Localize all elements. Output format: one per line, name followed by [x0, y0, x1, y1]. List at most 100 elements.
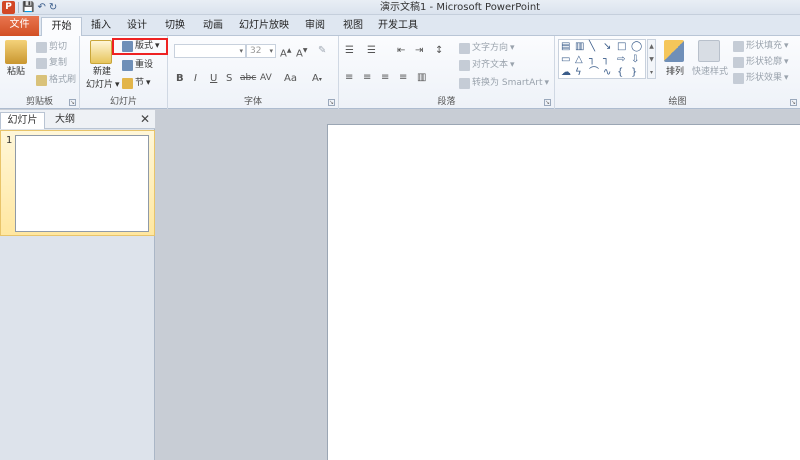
new-slide-button[interactable]: 新建	[93, 66, 111, 78]
scissors-icon	[36, 41, 47, 53]
tab-slides[interactable]: 幻灯片	[0, 112, 45, 129]
vertical-textbox-shape-icon[interactable]: ▥	[575, 41, 584, 53]
tab-animations[interactable]: 动画	[196, 17, 230, 36]
elbow-arrow-shape-icon[interactable]: ┐	[603, 54, 609, 66]
char-spacing-button[interactable]: AV	[260, 72, 272, 85]
strikethrough-button[interactable]: abc	[240, 72, 256, 85]
group-label: 段落	[437, 97, 456, 107]
numbering-icon[interactable]: ☰	[367, 44, 376, 57]
tab-developer[interactable]: 开发工具	[374, 17, 422, 36]
shape-effects-button[interactable]: 形状效果 ▾	[733, 72, 789, 84]
chevron-down-icon: ▾	[784, 41, 789, 51]
decrease-indent-icon[interactable]: ⇤	[397, 44, 405, 57]
down-arrow-shape-icon[interactable]: ⇩	[631, 54, 639, 66]
font-name-combo[interactable]: ▾	[174, 44, 246, 58]
section-button[interactable]: 节 ▾	[122, 77, 151, 89]
align-center-icon[interactable]: ≡	[363, 71, 371, 84]
quick-styles-icon[interactable]	[698, 40, 720, 62]
shrink-font-button[interactable]: A▼	[296, 44, 307, 60]
text-direction-button[interactable]: 文字方向 ▾	[459, 42, 515, 54]
arrow-shape-icon[interactable]: ↘	[603, 41, 611, 53]
oval-shape-icon[interactable]: ◯	[631, 41, 642, 53]
increase-indent-icon[interactable]: ⇥	[415, 44, 423, 57]
shape-outline-button[interactable]: 形状轮廓 ▾	[733, 56, 789, 68]
tab-review[interactable]: 审阅	[298, 17, 332, 36]
dialog-launcher-icon[interactable]: ↘	[69, 99, 76, 106]
tab-slideshow[interactable]: 幻灯片放映	[236, 17, 292, 36]
tab-home[interactable]: 开始	[41, 17, 82, 37]
redo-icon[interactable]: ↻	[49, 1, 57, 14]
new-slide-dropdown[interactable]: 幻灯片 ▾	[86, 79, 120, 91]
curve-shape-icon[interactable]: ∿	[603, 67, 611, 79]
lightning-shape-icon[interactable]: ϟ	[575, 67, 582, 79]
effects-icon	[733, 72, 744, 84]
align-right-icon[interactable]: ≡	[381, 71, 389, 84]
slide-thumbnail-item[interactable]: 1	[0, 130, 155, 236]
close-icon[interactable]: ✕	[140, 112, 150, 127]
tab-outline[interactable]: 大纲	[46, 112, 84, 129]
tab-transitions[interactable]: 切换	[158, 17, 192, 36]
dialog-launcher-icon[interactable]: ↘	[328, 99, 335, 106]
undo-icon[interactable]: ↶	[37, 1, 45, 14]
copy-button[interactable]: 复制	[36, 57, 67, 69]
shape-fill-button[interactable]: 形状填充 ▾	[733, 40, 789, 52]
tab-insert[interactable]: 插入	[84, 17, 118, 36]
grow-font-button[interactable]: A▲	[280, 44, 291, 60]
italic-button[interactable]: I	[194, 72, 197, 85]
paste-icon[interactable]	[5, 40, 27, 64]
chevron-down-icon: ▾	[146, 78, 151, 88]
shapes-gallery[interactable]: ▤ ▥ ╲ ↘ □ ◯ ▭ △ ┐ ┐ ⇨ ⇩ ☁ ϟ ⌒ ∿ { }	[558, 39, 646, 79]
paragraph-group: ☰ ☰ ⇤ ⇥ ↕ 文字方向 ▾ 对齐文本 ▾ 转换为 SmartArt ▾ ≡ ≡ …	[339, 36, 555, 109]
columns-icon[interactable]: ▥	[417, 71, 426, 84]
change-case-button[interactable]: Aa	[284, 72, 297, 85]
right-arrow-shape-icon[interactable]: ⇨	[617, 54, 625, 66]
tab-view[interactable]: 视图	[336, 17, 370, 36]
quick-styles-button[interactable]: 快速样式	[692, 66, 728, 78]
cloud-shape-icon[interactable]: ☁	[561, 67, 571, 79]
bold-button[interactable]: B	[176, 72, 184, 85]
new-slide-icon[interactable]	[90, 40, 112, 64]
slide-thumbnail[interactable]	[15, 135, 149, 232]
copy-label: 复制	[49, 58, 68, 68]
align-text-button[interactable]: 对齐文本 ▾	[459, 59, 515, 71]
font-color-button[interactable]: A▾	[312, 72, 322, 86]
title-bar: P 💾 ↶ ↻ 演示文稿1 - Microsoft PowerPoint	[0, 0, 800, 15]
elbow-connector-shape-icon[interactable]: ┐	[589, 54, 595, 66]
slide-canvas[interactable]	[327, 124, 800, 460]
right-brace-shape-icon[interactable]: }	[631, 67, 637, 79]
shapes-gallery-scrollbar[interactable]: ▲ ▼ ▾	[647, 39, 656, 79]
textbox-shape-icon[interactable]: ▤	[561, 41, 570, 53]
layout-button[interactable]: 版式 ▾	[122, 40, 160, 52]
arrange-icon[interactable]	[664, 40, 684, 62]
arrange-button[interactable]: 排列	[666, 66, 684, 78]
underline-button[interactable]: U	[210, 72, 217, 85]
line-shape-icon[interactable]: ╲	[589, 41, 595, 53]
group-label: 绘图	[668, 97, 687, 107]
reset-button[interactable]: 重设	[122, 59, 153, 71]
paste-button[interactable]: 粘贴	[7, 66, 25, 78]
reset-label: 重设	[135, 60, 154, 70]
clear-format-icon[interactable]: ✎	[318, 44, 326, 57]
powerpoint-logo-icon[interactable]: P	[2, 1, 15, 14]
rounded-rect-shape-icon[interactable]: ▭	[561, 54, 570, 66]
triangle-shape-icon[interactable]: △	[575, 54, 583, 66]
smartart-button[interactable]: 转换为 SmartArt ▾	[459, 77, 549, 89]
justify-icon[interactable]: ≡	[399, 71, 407, 84]
font-size-combo[interactable]: 32 ▾	[246, 44, 276, 58]
format-painter-button[interactable]: 格式刷	[36, 74, 76, 86]
dialog-launcher-icon[interactable]: ↘	[790, 99, 797, 106]
tab-file[interactable]: 文件	[0, 16, 39, 36]
dialog-launcher-icon[interactable]: ↘	[544, 99, 551, 106]
tab-design[interactable]: 设计	[120, 17, 154, 36]
left-brace-shape-icon[interactable]: {	[617, 67, 623, 79]
align-left-icon[interactable]: ≡	[345, 71, 353, 84]
save-icon[interactable]: 💾	[22, 1, 34, 14]
arc-shape-icon[interactable]: ⌒	[589, 67, 599, 79]
cut-button[interactable]: 剪切	[36, 41, 67, 53]
shadow-button[interactable]: S	[226, 72, 232, 85]
window-title: 演示文稿1 - Microsoft PowerPoint	[380, 2, 541, 13]
rectangle-shape-icon[interactable]: □	[617, 41, 626, 53]
chevron-down-icon: ▾	[115, 80, 120, 90]
bullets-icon[interactable]: ☰	[345, 44, 354, 57]
line-spacing-icon[interactable]: ↕	[435, 44, 443, 57]
